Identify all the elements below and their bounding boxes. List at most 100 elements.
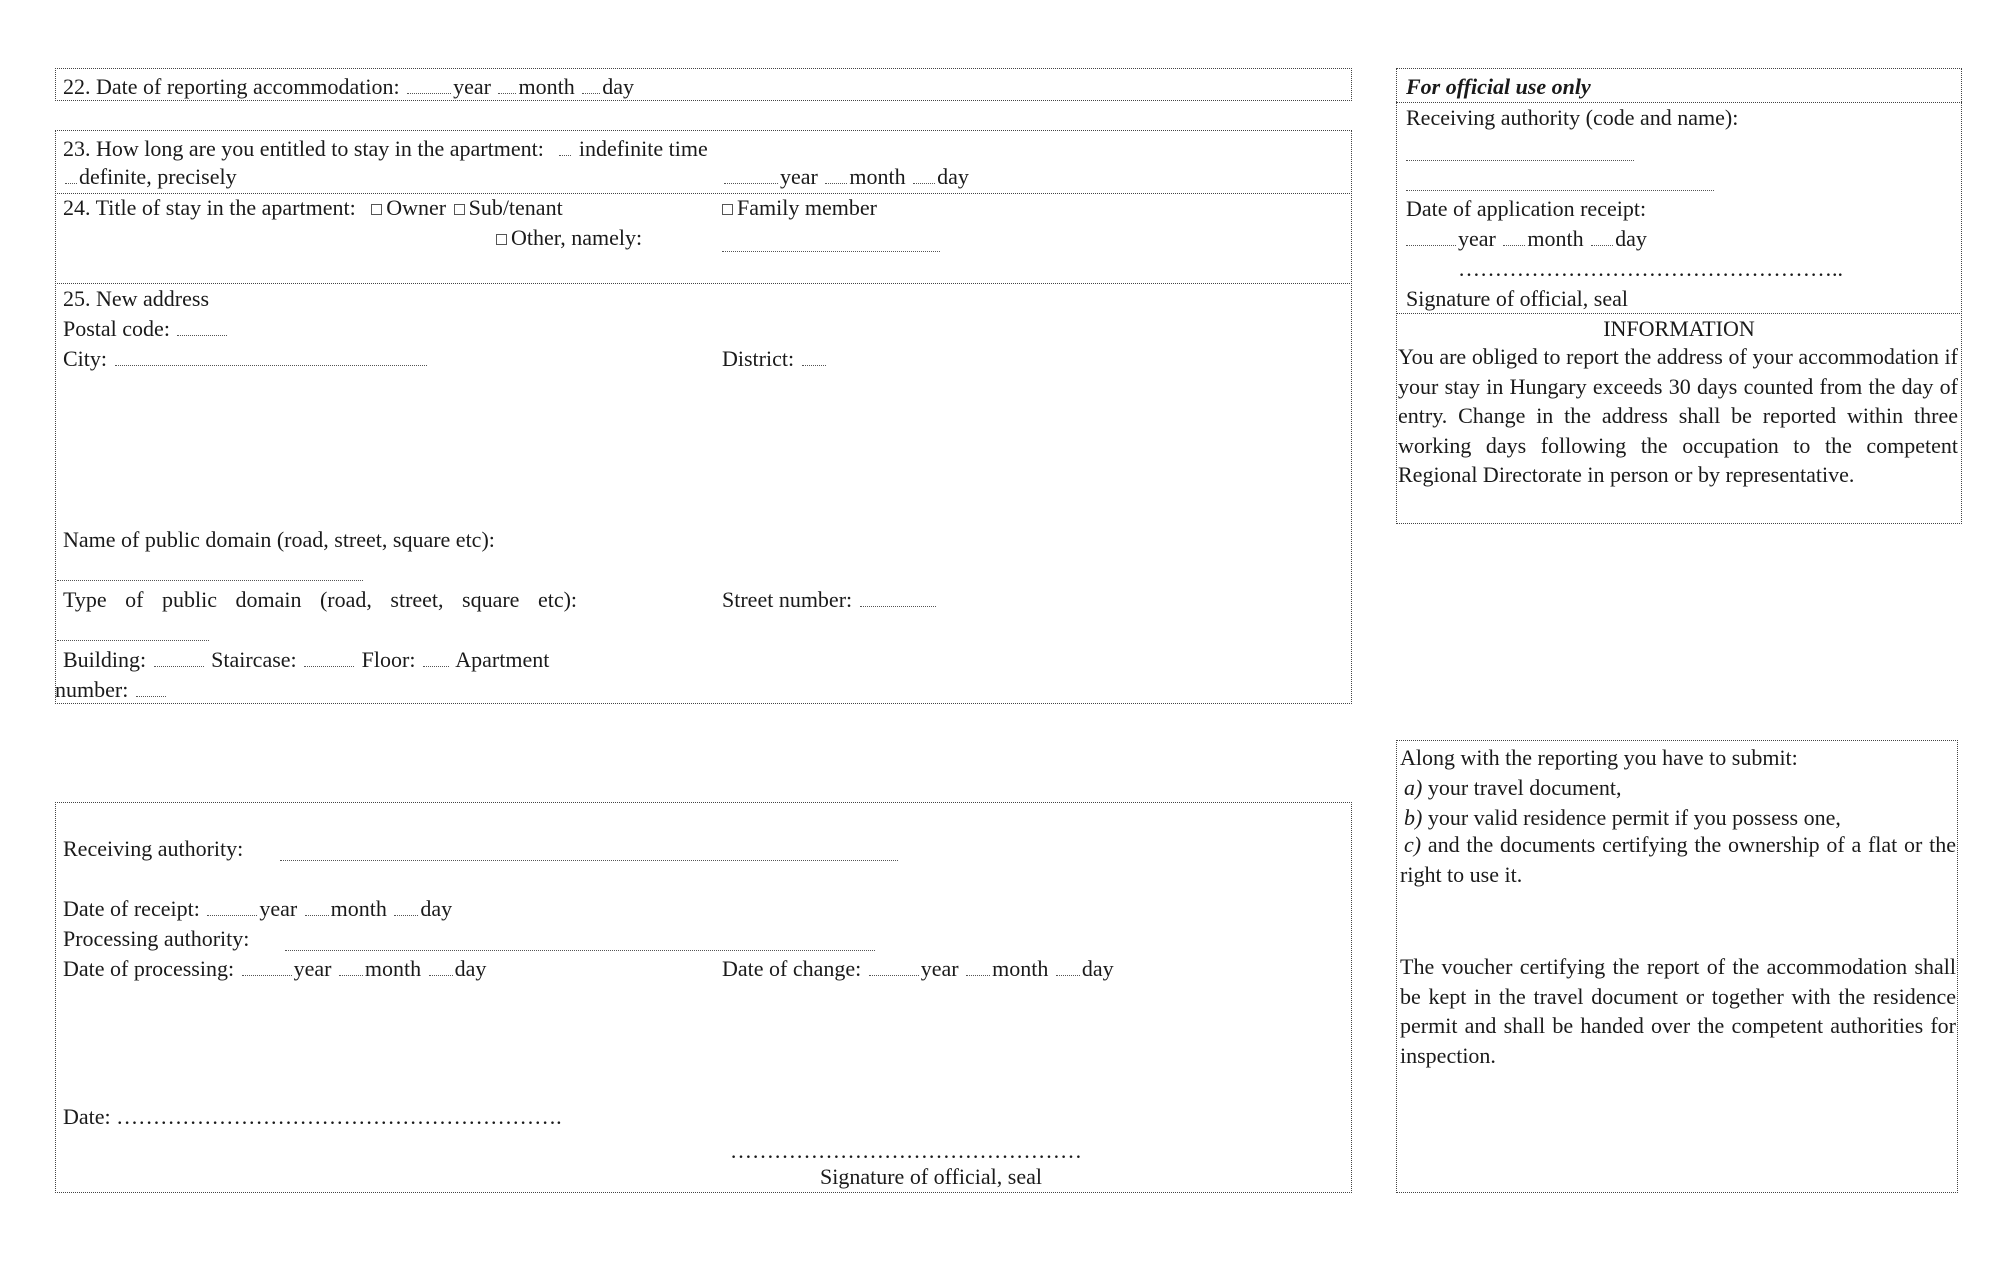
receiving-authority-label: Receiving authority:	[63, 836, 244, 861]
official-signature-label: Signature of official, seal	[1406, 286, 1628, 311]
section-22-label: 22. Date of reporting accommodation:	[63, 74, 400, 99]
year-label: year	[453, 74, 491, 99]
month-field[interactable]	[498, 92, 517, 94]
apartment-number-row: number:	[55, 679, 168, 701]
year-field[interactable]	[1406, 244, 1456, 246]
month-field[interactable]	[338, 974, 363, 976]
date-of-application-receipt-label: Date of application receipt:	[1406, 196, 1647, 221]
staircase-input[interactable]	[304, 665, 355, 667]
street-number-input[interactable]	[859, 605, 936, 607]
item-text: your travel document,	[1427, 775, 1622, 800]
signature-label: Signature of official, seal	[820, 1164, 1042, 1189]
owner-checkbox[interactable]	[371, 204, 383, 216]
date-row: Date: …………………………………………………….	[63, 1106, 562, 1128]
month-label: month	[1527, 226, 1584, 251]
staircase-label: Staircase:	[211, 647, 297, 672]
district-label: District:	[722, 346, 795, 371]
floor-label: Floor:	[361, 647, 416, 672]
city-input[interactable]	[114, 364, 427, 366]
date-of-receipt-label: Date of receipt:	[63, 896, 200, 921]
district-input[interactable]	[801, 364, 826, 366]
section-23-date: year month day	[722, 166, 969, 188]
receiving-authority-row: Receiving authority:	[63, 838, 243, 860]
apartment-number-input[interactable]	[135, 695, 166, 697]
apartment-number-label: number:	[55, 677, 129, 702]
month-label: month	[330, 896, 387, 921]
section-25-label: 25. New address	[63, 286, 210, 311]
day-label: day	[937, 164, 969, 189]
date-label: Date:	[63, 1104, 111, 1129]
year-label: year	[259, 896, 298, 921]
year-field[interactable]	[724, 182, 778, 184]
year-field[interactable]	[407, 92, 452, 94]
district-row: District:	[722, 348, 828, 370]
indefinite-option: indefinite time	[578, 136, 708, 161]
public-domain-type-input[interactable]	[57, 640, 209, 641]
apartment-label: Apartment	[455, 647, 550, 672]
day-field[interactable]	[582, 92, 601, 94]
month-field[interactable]	[825, 182, 848, 184]
month-label: month	[364, 956, 422, 981]
official-receiving-authority-input-1[interactable]	[1406, 160, 1634, 161]
public-domain-name-input[interactable]	[57, 580, 363, 581]
submit-item-b: b) your valid residence permit if you po…	[1404, 807, 1841, 829]
official-signature-dots[interactable]: ……………………………………………..	[1458, 258, 1843, 280]
official-date-row: year month day	[1406, 228, 1647, 250]
year-field[interactable]	[241, 974, 292, 976]
section-22-row: 22. Date of reporting accommodation: yea…	[63, 76, 634, 98]
day-field[interactable]	[1055, 974, 1080, 976]
other-checkbox[interactable]	[496, 234, 507, 246]
postal-code-label: Postal code:	[63, 316, 170, 341]
floor-input[interactable]	[422, 665, 449, 667]
family-member-checkbox[interactable]	[722, 204, 733, 216]
family-member-option: Family member	[737, 195, 877, 220]
subtenant-checkbox[interactable]	[453, 204, 465, 216]
city-label: City:	[63, 346, 108, 371]
official-receiving-authority-input-2[interactable]	[1406, 190, 1714, 191]
processing-authority-input[interactable]	[285, 950, 875, 951]
year-field[interactable]	[207, 914, 258, 916]
submit-item-a: a) your travel document,	[1404, 777, 1622, 799]
day-label: day	[1081, 956, 1114, 981]
day-field[interactable]	[394, 914, 419, 916]
processing-authority-row: Processing authority:	[63, 928, 249, 950]
year-label: year	[293, 956, 332, 981]
indefinite-checkbox[interactable]	[559, 154, 572, 156]
day-field[interactable]	[913, 182, 936, 184]
day-field[interactable]	[1591, 244, 1614, 246]
information-divider	[1396, 313, 1962, 314]
information-text: You are obliged to report the address of…	[1398, 344, 1958, 487]
official-use-header: For official use only	[1406, 74, 1591, 99]
month-field[interactable]	[304, 914, 329, 916]
day-field[interactable]	[428, 974, 453, 976]
postal-code-row: Postal code:	[63, 318, 229, 340]
section-24-row: 24. Title of stay in the apartment: Owne…	[63, 197, 563, 219]
street-number-label: Street number:	[722, 587, 853, 612]
subtenant-option: Sub/tenant	[468, 195, 563, 220]
definite-checkbox[interactable]	[65, 182, 77, 184]
processing-authority-label: Processing authority:	[63, 926, 250, 951]
month-label: month	[992, 956, 1049, 981]
section-23-label: 23. How long are you entitled to stay in…	[63, 136, 544, 161]
item-text: your valid residence permit if you posse…	[1427, 805, 1841, 830]
other-input[interactable]	[722, 251, 940, 252]
date-input[interactable]: …………………………………………………….	[116, 1104, 562, 1129]
building-input[interactable]	[153, 665, 204, 667]
month-label: month	[849, 164, 906, 189]
item-marker: c)	[1404, 832, 1422, 857]
public-domain-type-label: Type of public domain (road, street, squ…	[63, 587, 578, 612]
year-field[interactable]	[868, 974, 919, 976]
owner-option: Owner	[386, 195, 447, 220]
day-label: day	[454, 956, 487, 981]
receiving-authority-input[interactable]	[280, 860, 898, 861]
official-receiving-authority-label: Receiving authority (code and name):	[1406, 105, 1739, 130]
month-field[interactable]	[966, 974, 991, 976]
other-row: Other, namely:	[494, 227, 642, 249]
item-marker: b)	[1404, 805, 1423, 830]
date-of-change-row: Date of change: year month day	[722, 958, 1114, 980]
month-field[interactable]	[1503, 244, 1526, 246]
item-text: and the documents certifying the ownersh…	[1400, 832, 1957, 887]
postal-code-input[interactable]	[177, 334, 228, 336]
signature-dots[interactable]: …………………………………………	[730, 1140, 1082, 1162]
year-label: year	[920, 956, 959, 981]
